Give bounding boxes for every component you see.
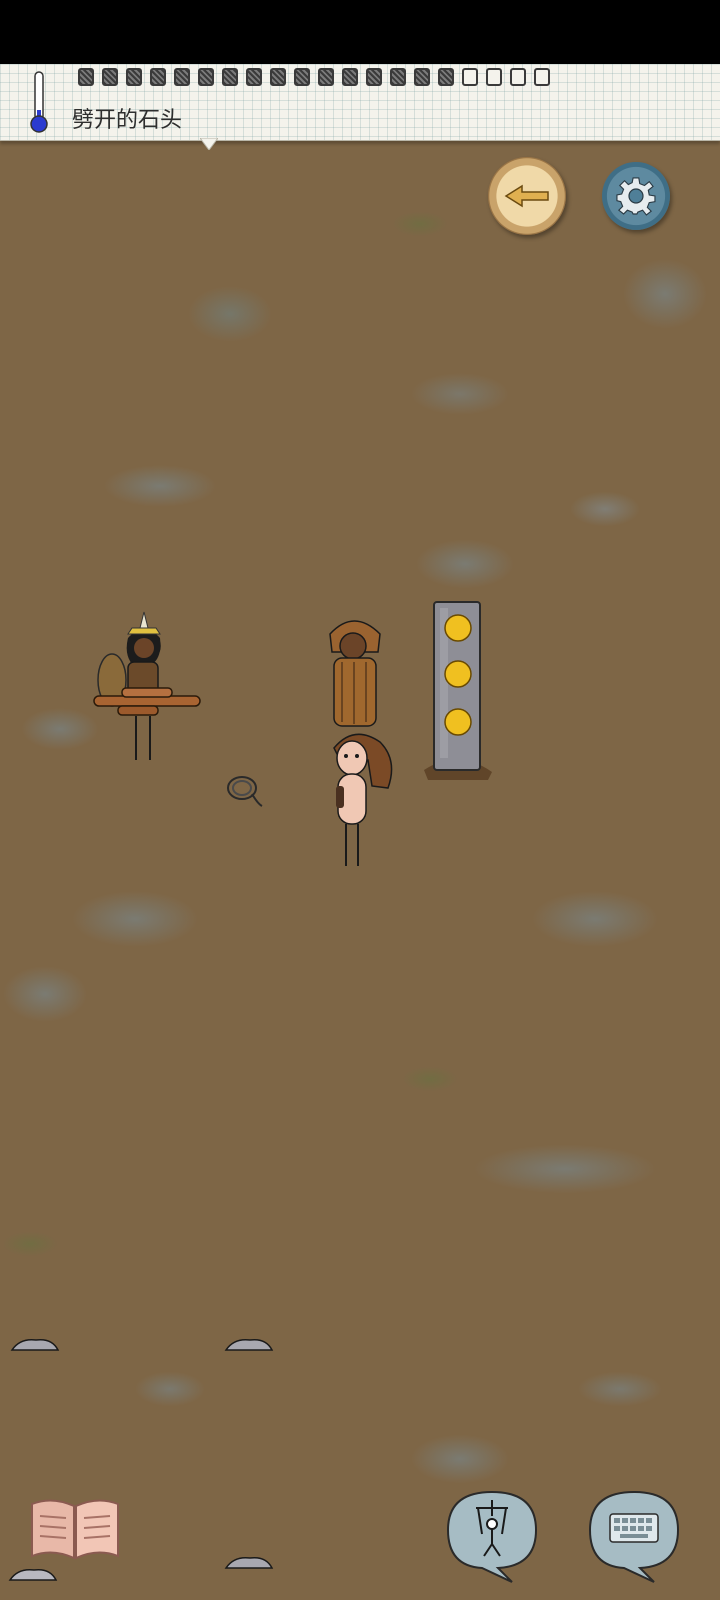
flint-stone[interactable] — [222, 1552, 276, 1574]
food-pip — [534, 68, 550, 86]
keyboard-icon — [609, 1513, 659, 1543]
rope-coil[interactable] — [222, 768, 266, 812]
food-pip — [318, 68, 334, 86]
food-pip — [174, 68, 190, 86]
food-pip — [78, 68, 94, 86]
player-character-child[interactable] — [328, 730, 394, 872]
held-item-label: 劈开的石头 — [72, 108, 183, 133]
npc-woman-with-firewood[interactable] — [92, 608, 204, 768]
food-pip — [126, 68, 142, 86]
emote-button[interactable] — [438, 1486, 546, 1586]
food-pip — [150, 68, 166, 86]
food-pip — [366, 68, 382, 86]
food-pip — [342, 68, 358, 86]
compass-arrow-left-icon — [504, 184, 549, 208]
flint-stone[interactable] — [222, 1334, 276, 1356]
food-pip — [414, 68, 430, 86]
food-pip — [102, 68, 118, 86]
food-meter — [78, 68, 550, 90]
food-pip — [270, 68, 286, 86]
food-pip — [462, 68, 478, 86]
food-pip — [390, 68, 406, 86]
food-pip — [198, 68, 214, 86]
flint-stone[interactable] — [6, 1564, 60, 1586]
food-pip — [438, 68, 454, 86]
stone-post-with-gems[interactable] — [418, 598, 498, 784]
food-pip — [294, 68, 310, 86]
food-pip — [222, 68, 238, 86]
food-pip — [510, 68, 526, 86]
food-pip — [486, 68, 502, 86]
compass-button[interactable] — [488, 157, 566, 235]
keyboard-chat-button[interactable] — [580, 1486, 688, 1586]
food-pip — [246, 68, 262, 86]
thermometer-icon — [30, 71, 48, 133]
settings-button[interactable] — [602, 162, 670, 230]
tech-book-button[interactable] — [26, 1496, 124, 1562]
header-notch — [200, 138, 218, 150]
npc-fur-coat-elder[interactable] — [326, 612, 384, 732]
gear-icon — [616, 177, 656, 216]
flint-stone[interactable] — [8, 1334, 62, 1356]
